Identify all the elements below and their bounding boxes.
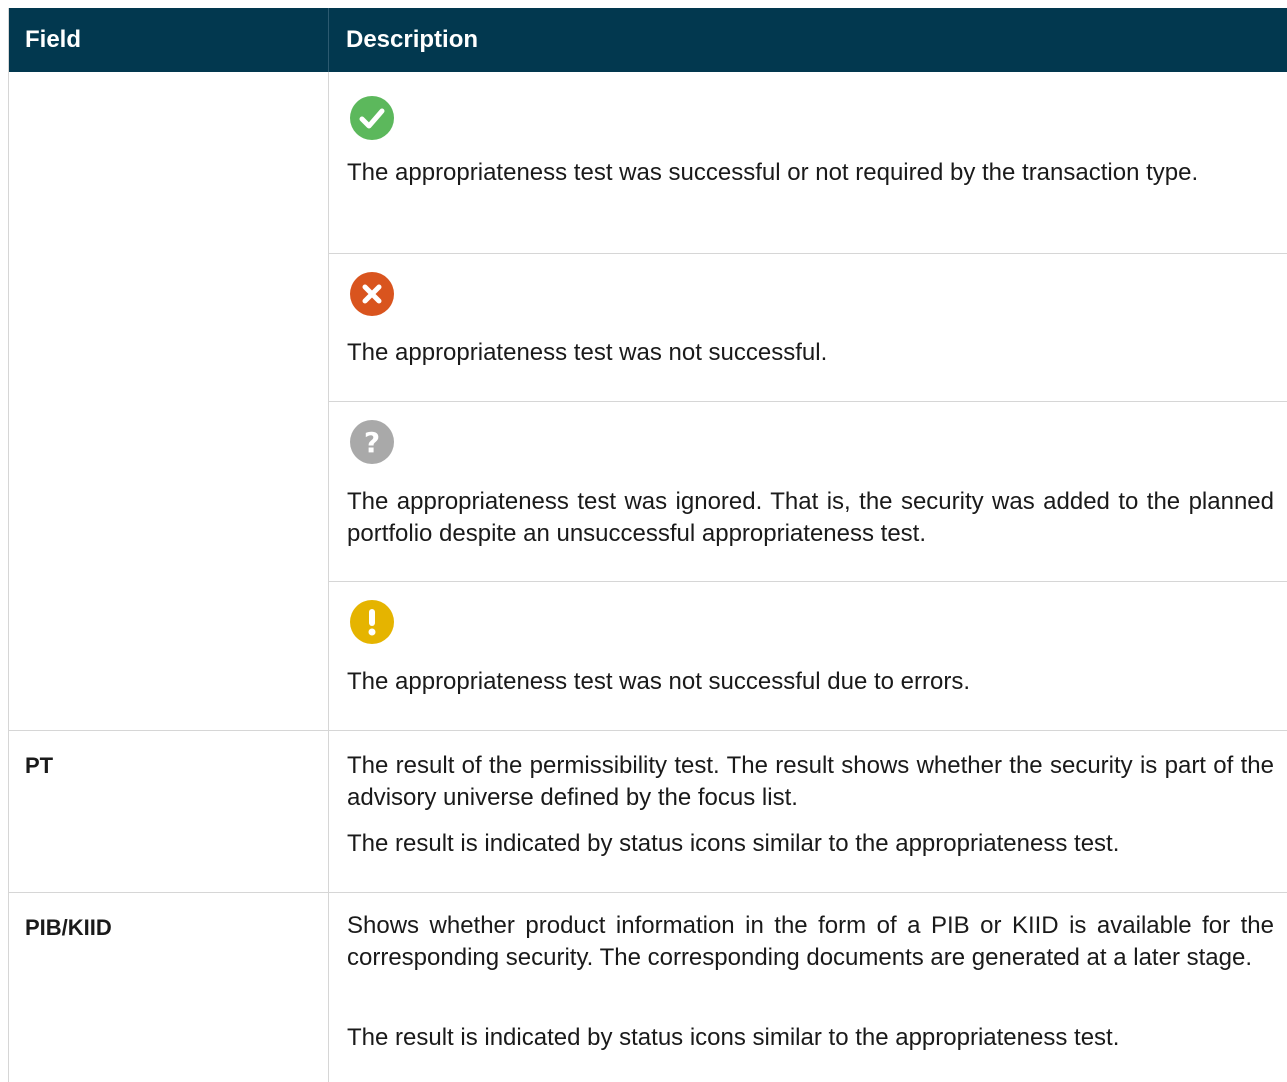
row-divider: [329, 401, 1287, 402]
field-name-pt: PT: [25, 753, 54, 778]
question-circle-icon: ?: [350, 420, 394, 464]
row-divider: [329, 253, 1287, 254]
check-circle-icon: [350, 96, 394, 140]
column-divider: [328, 72, 329, 1082]
row-divider: [9, 892, 1287, 893]
pt-description-note: The result is indicated by status icons …: [347, 830, 1120, 857]
column-header-description: Description: [346, 26, 479, 53]
svg-text:?: ?: [364, 426, 380, 459]
header-divider: [328, 8, 329, 72]
warning-circle-icon: [350, 600, 394, 644]
status-description-error: The appropriateness test was not success…: [347, 339, 828, 366]
table-header: Field Description: [9, 8, 1287, 72]
fields-table: Field Description The appropriateness te…: [8, 8, 1287, 1082]
row-divider: [329, 581, 1287, 582]
pib-kiid-description: Shows whether product information in the…: [347, 912, 1274, 971]
pt-description: The result of the permissibility test. T…: [347, 752, 1274, 811]
column-header-field: Field: [25, 26, 82, 53]
status-description-success: The appropriateness test was successful …: [347, 159, 1199, 186]
status-description-errors: The appropriateness test was not success…: [347, 668, 970, 695]
row-divider: [9, 730, 1287, 731]
pib-kiid-description-note: The result is indicated by status icons …: [347, 1024, 1120, 1051]
status-description-ignored: The appropriateness test was ignored. Th…: [347, 488, 1274, 547]
field-name-pib-kiid: PIB/KIID: [25, 915, 112, 940]
error-circle-icon: [350, 272, 394, 316]
